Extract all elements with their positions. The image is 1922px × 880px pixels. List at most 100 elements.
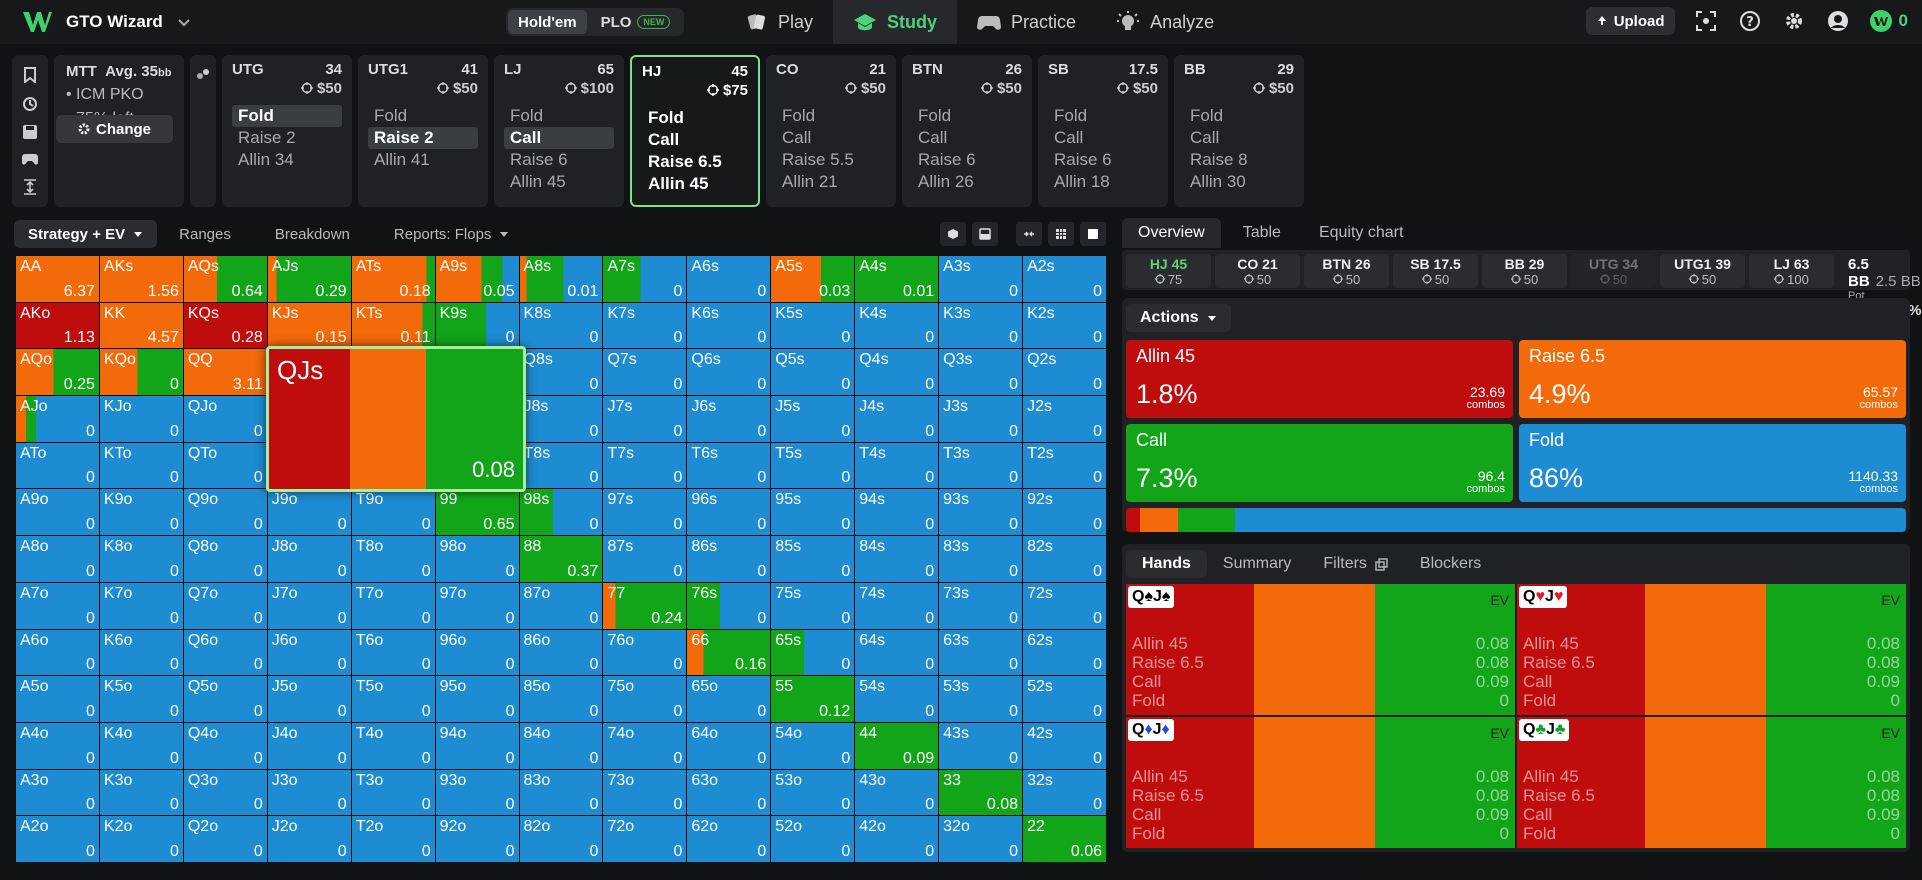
hand-cell[interactable]: J5o 0 bbox=[267, 676, 351, 722]
seat-co[interactable]: CO 21 $50 Fold Call Raise 5.5 Allin 21 bbox=[766, 55, 896, 207]
hand-cell[interactable]: 76o 0 bbox=[603, 629, 687, 676]
scan-icon[interactable] bbox=[1693, 8, 1719, 34]
hand-cell[interactable]: T8o 0 bbox=[351, 536, 435, 582]
hand-cell[interactable]: KQs 0.28 bbox=[183, 302, 267, 349]
tab-breakdown[interactable]: Breakdown bbox=[253, 220, 372, 248]
gamepad-icon[interactable] bbox=[22, 152, 38, 166]
hand-cell[interactable]: 55 0.12 bbox=[771, 676, 855, 722]
seat-action[interactable]: Allin 21 bbox=[776, 171, 886, 193]
hand-cell[interactable]: A5o 0 bbox=[16, 676, 99, 722]
hand-cell[interactable]: T9o 0 bbox=[351, 489, 435, 536]
seat-hj[interactable]: HJ 45 $75 Fold Call Raise 6.5 Allin 45 bbox=[630, 55, 760, 207]
hand-cell[interactable]: 52o 0 bbox=[771, 816, 855, 862]
action-card-allin[interactable]: Allin 45 1.8% 23.69 combos bbox=[1126, 340, 1513, 418]
hand-cell[interactable]: A7s 0 bbox=[603, 256, 687, 302]
hand-cell[interactable]: QTo 0 bbox=[183, 442, 267, 489]
upload-button[interactable]: Upload bbox=[1585, 7, 1675, 35]
hand-cell[interactable]: A6o 0 bbox=[16, 629, 99, 676]
seat-action[interactable]: Call bbox=[776, 127, 886, 149]
hand-cell[interactable]: 43s 0 bbox=[939, 722, 1023, 769]
credits[interactable]: 0 bbox=[1869, 9, 1908, 33]
seat-sb[interactable]: SB 17.5 $50 Fold Call Raise 6 Allin 18 bbox=[1038, 55, 1168, 207]
hand-combo[interactable]: Q♠J♠ EV Allin 45 0.08 Raise 6.5 0.08 Call 0.09 F… bbox=[1126, 584, 1515, 715]
hand-cell[interactable]: Q8s 0 bbox=[519, 349, 603, 396]
hand-cell[interactable]: 75s 0 bbox=[771, 582, 855, 629]
hand-cell[interactable]: K2s 0 bbox=[1023, 302, 1106, 349]
hand-cell[interactable]: 95s 0 bbox=[771, 489, 855, 536]
single-view-icon[interactable] bbox=[1080, 222, 1106, 246]
hand-cell[interactable]: T4o 0 bbox=[351, 722, 435, 769]
hand-cell[interactable]: 54s 0 bbox=[855, 676, 939, 722]
hand-cell[interactable]: 97s 0 bbox=[603, 489, 687, 536]
hand-cell[interactable]: A3o 0 bbox=[16, 769, 99, 816]
action-card-call[interactable]: Call 7.3% 96.4 combos bbox=[1126, 424, 1513, 502]
hand-cell[interactable]: K6o 0 bbox=[99, 629, 183, 676]
hand-cell[interactable]: 32o 0 bbox=[939, 816, 1023, 862]
seat-action[interactable]: Fold bbox=[912, 105, 1022, 127]
hand-combo[interactable]: Q♦J♦ EV Allin 45 0.08 Raise 6.5 0.08 Call 0.09 F… bbox=[1126, 717, 1515, 848]
hand-cell[interactable]: Q2s 0 bbox=[1023, 349, 1106, 396]
save-icon[interactable] bbox=[22, 124, 38, 140]
hand-cell[interactable]: QQ 3.11 bbox=[183, 349, 267, 396]
hand-cell[interactable]: J3o 0 bbox=[267, 769, 351, 816]
hand-cell[interactable]: 88 0.37 bbox=[519, 536, 603, 582]
hand-cell[interactable]: 33 0.08 bbox=[939, 769, 1023, 816]
hand-cell[interactable]: 54o 0 bbox=[771, 722, 855, 769]
hand-cell[interactable]: A6s 0 bbox=[687, 256, 771, 302]
hand-combo[interactable]: Q♣J♣ EV Allin 45 0.08 Raise 6.5 0.08 Call 0.09 F… bbox=[1517, 717, 1906, 848]
hand-cell[interactable]: K7o 0 bbox=[99, 582, 183, 629]
chevron-down-icon[interactable] bbox=[177, 15, 191, 29]
hand-cell[interactable]: AJo 0 bbox=[16, 396, 99, 442]
seat-action[interactable]: Call bbox=[912, 127, 1022, 149]
hand-cell[interactable]: 86s 0 bbox=[687, 536, 771, 582]
hand-cell[interactable]: T7o 0 bbox=[351, 582, 435, 629]
seat-action[interactable]: Allin 26 bbox=[912, 171, 1022, 193]
hand-cell[interactable]: Q7s 0 bbox=[603, 349, 687, 396]
seat-bb[interactable]: BB 29 $50 Fold Call Raise 8 Allin 30 bbox=[1174, 55, 1304, 207]
hand-cell[interactable]: 93s 0 bbox=[939, 489, 1023, 536]
tab-blockers[interactable]: Blockers bbox=[1404, 550, 1497, 578]
hand-cell[interactable]: K3o 0 bbox=[99, 769, 183, 816]
hand-cell[interactable]: J8o 0 bbox=[267, 536, 351, 582]
seat-action[interactable]: Allin 30 bbox=[1184, 171, 1294, 193]
hand-cell[interactable]: AQs 0.64 bbox=[183, 256, 267, 302]
seat-action[interactable]: Call bbox=[642, 129, 748, 151]
hand-cell[interactable]: J5s 0 bbox=[771, 396, 855, 442]
hand-cell[interactable]: T2o 0 bbox=[351, 816, 435, 862]
hand-cell[interactable]: K2o 0 bbox=[99, 816, 183, 862]
hand-cell[interactable]: A9s 0.05 bbox=[435, 256, 519, 302]
grid-view-icon[interactable] bbox=[1048, 222, 1074, 246]
hand-cell[interactable]: T3o 0 bbox=[351, 769, 435, 816]
hand-cell[interactable]: 64s 0 bbox=[855, 629, 939, 676]
seat-action[interactable]: Fold bbox=[232, 105, 342, 127]
hand-cell[interactable]: Q8o 0 bbox=[183, 536, 267, 582]
hand-cell[interactable]: A4s 0.01 bbox=[855, 256, 939, 302]
hand-cell[interactable]: T7s 0 bbox=[603, 442, 687, 489]
hand-cell[interactable]: 74o 0 bbox=[603, 722, 687, 769]
hand-cell[interactable]: J7s 0 bbox=[603, 396, 687, 442]
tab-reports-flops[interactable]: Reports: Flops bbox=[372, 220, 532, 248]
seat-action[interactable]: Raise 5.5 bbox=[776, 149, 886, 171]
hand-cell[interactable]: Q5o 0 bbox=[183, 676, 267, 722]
hand-cell[interactable]: J3s 0 bbox=[939, 396, 1023, 442]
change-button[interactable]: Change bbox=[56, 115, 173, 143]
hand-cell[interactable]: J7o 0 bbox=[267, 582, 351, 629]
hand-combo[interactable]: Q♥J♥ EV Allin 45 0.08 Raise 6.5 0.08 Call 0.09 F… bbox=[1517, 584, 1906, 715]
hand-cell[interactable]: K6s 0 bbox=[687, 302, 771, 349]
nav-play[interactable]: Play bbox=[726, 0, 833, 44]
tab-table[interactable]: Table bbox=[1227, 218, 1297, 248]
hand-cell[interactable]: J8s 0 bbox=[519, 396, 603, 442]
hand-cell[interactable]: T5s 0 bbox=[771, 442, 855, 489]
hand-cell[interactable]: KTs 0.11 bbox=[351, 302, 435, 349]
hand-cell[interactable]: K7s 0 bbox=[603, 302, 687, 349]
hand-cell[interactable]: J4o 0 bbox=[267, 722, 351, 769]
hand-cell[interactable]: J2o 0 bbox=[267, 816, 351, 862]
hand-cell[interactable]: Q4s 0 bbox=[855, 349, 939, 396]
seat-action[interactable]: Fold bbox=[1048, 105, 1158, 127]
hand-cell[interactable]: 84s 0 bbox=[855, 536, 939, 582]
hand-cell[interactable]: K3s 0 bbox=[939, 302, 1023, 349]
seat-action[interactable]: Raise 2 bbox=[368, 127, 478, 149]
hand-cell[interactable]: 94s 0 bbox=[855, 489, 939, 536]
hand-cell[interactable]: A2s 0 bbox=[1023, 256, 1106, 302]
hand-cell[interactable]: K5s 0 bbox=[771, 302, 855, 349]
